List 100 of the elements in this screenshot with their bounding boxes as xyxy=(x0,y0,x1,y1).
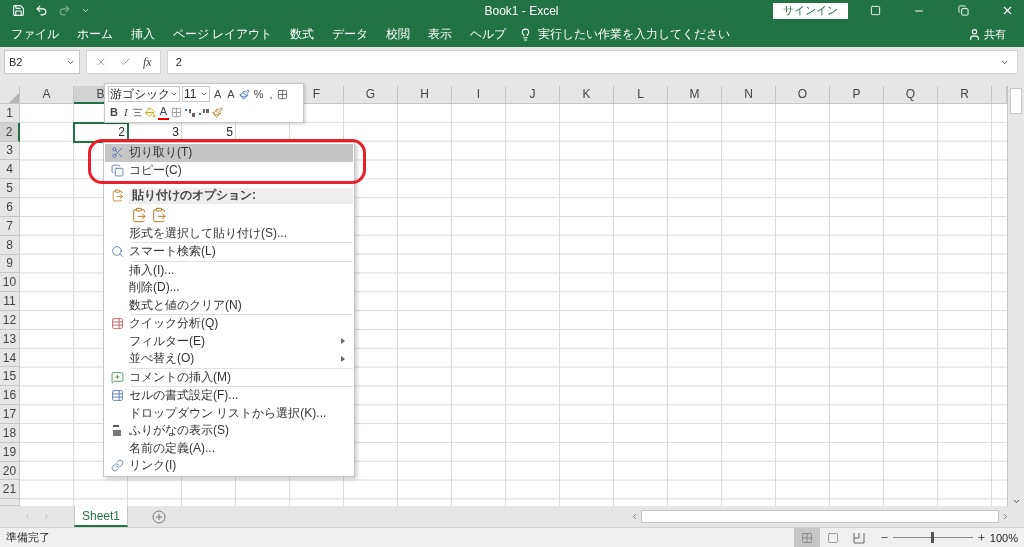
row-header[interactable]: 4 xyxy=(0,160,20,180)
column-header[interactable]: O xyxy=(776,85,830,104)
column-header[interactable]: M xyxy=(668,85,722,104)
row-header[interactable]: 16 xyxy=(0,386,20,406)
column-header[interactable]: N xyxy=(722,85,776,104)
zoom-in-icon[interactable] xyxy=(976,533,986,542)
ribbon-tab[interactable]: ホーム xyxy=(68,21,122,47)
formula-field[interactable]: 2 xyxy=(166,50,1018,75)
menu-item[interactable]: 切り取り(T) xyxy=(105,144,353,162)
row-header[interactable]: 21 xyxy=(0,480,20,500)
shrink-font-button[interactable]: A xyxy=(225,86,237,102)
format-painter-icon[interactable] xyxy=(211,106,223,118)
menu-item[interactable]: セルの書式設定(F)... xyxy=(105,387,353,405)
menu-item[interactable]: ふりがなの表示(S) xyxy=(105,422,353,440)
menu-item[interactable]: コピー(C) xyxy=(105,161,353,179)
ribbon-tab[interactable]: ヘルプ xyxy=(461,21,516,47)
column-header[interactable]: I xyxy=(452,85,506,104)
ribbon-tab[interactable]: 挿入 xyxy=(122,21,164,47)
column-header[interactable]: L xyxy=(614,85,668,104)
tell-me-field[interactable]: 実行したい作業を入力してください xyxy=(538,25,731,43)
font-size-field[interactable]: 11 xyxy=(182,86,210,102)
status-text: 準備完了 xyxy=(6,530,51,545)
insert-function-button[interactable]: fx xyxy=(143,54,152,70)
scroll-right-icon[interactable] xyxy=(1001,512,1010,521)
bold-button[interactable]: B xyxy=(108,104,120,120)
menu-item[interactable]: 名前の定義(A)... xyxy=(105,439,353,457)
ribbon-tab[interactable]: 校閲 xyxy=(377,21,420,47)
grow-font-button[interactable]: A xyxy=(212,86,224,102)
select-all-button[interactable] xyxy=(0,85,20,104)
percent-button[interactable]: % xyxy=(251,86,266,102)
dropdown-icon xyxy=(170,90,178,98)
menu-item[interactable]: ドロップダウン リストから選択(K)... xyxy=(105,404,353,422)
column-header[interactable]: Q xyxy=(884,85,938,104)
share-button[interactable]: 共有 xyxy=(962,25,1012,43)
font-field[interactable]: 游ゴシック xyxy=(108,86,180,102)
menu-item[interactable]: フィルター(E) xyxy=(105,332,353,350)
menu-item[interactable]: コメントの挿入(M) xyxy=(105,368,353,386)
search-icon xyxy=(110,245,124,259)
ribbon-tab[interactable]: ファイル xyxy=(2,21,68,47)
zoom-thumb[interactable] xyxy=(930,532,934,543)
column-header[interactable]: G xyxy=(344,85,398,104)
scroll-thumb[interactable] xyxy=(1010,87,1022,114)
borders-icon[interactable] xyxy=(170,106,182,118)
menu-item[interactable]: 形式を選択して貼り付け(S)... xyxy=(105,224,353,242)
table-icon[interactable] xyxy=(276,88,288,100)
column-header[interactable]: P xyxy=(830,85,884,104)
increase-decimal-icon[interactable] xyxy=(183,106,196,118)
selected-cell: 2 xyxy=(74,122,128,142)
italic-button[interactable]: I xyxy=(121,104,130,120)
paste-icon[interactable] xyxy=(151,206,167,223)
comment-icon xyxy=(110,370,124,384)
fill-color-icon[interactable] xyxy=(144,106,156,118)
menu-item[interactable]: リンク(I) xyxy=(105,457,353,475)
paste-formatting-icon[interactable] xyxy=(131,206,147,223)
font-color-button[interactable]: A xyxy=(157,104,169,120)
view-button[interactable] xyxy=(793,528,820,547)
vertical-scrollbar[interactable] xyxy=(1007,85,1024,507)
column-header[interactable]: J xyxy=(506,85,560,104)
clipboard-icon xyxy=(110,189,124,203)
ribbon-tab[interactable]: 表示 xyxy=(419,21,462,47)
page-break-icon xyxy=(852,531,865,544)
style-icon[interactable] xyxy=(238,88,250,100)
sign-in-button[interactable]: サインイン xyxy=(773,2,848,19)
decrease-decimal-icon[interactable] xyxy=(197,106,210,118)
ribbon-display-icon[interactable] xyxy=(869,5,881,17)
row-header[interactable]: 6 xyxy=(0,198,20,217)
redo-icon[interactable] xyxy=(58,4,71,18)
row-header[interactable]: 11 xyxy=(0,292,20,311)
ribbon-tab[interactable]: ページ レイアウト xyxy=(164,21,282,47)
column-header[interactable]: K xyxy=(560,85,614,104)
ribbon-tab[interactable]: データ xyxy=(323,21,378,47)
scroll-left-icon[interactable] xyxy=(630,512,639,521)
column-header[interactable]: A xyxy=(20,85,74,104)
restore-icon[interactable] xyxy=(957,5,969,17)
menu-item[interactable]: 並べ替え(O) xyxy=(105,350,353,368)
menu-item[interactable]: スマート検索(L) xyxy=(105,243,353,261)
cell-value: 3 xyxy=(171,124,180,142)
menu-item[interactable]: 削除(D)... xyxy=(105,279,353,297)
sheet-tab[interactable]: Sheet1 xyxy=(74,506,128,527)
add-sheet-icon[interactable] xyxy=(152,509,166,524)
ribbon-tab[interactable]: 数式 xyxy=(281,21,324,47)
menu-item[interactable]: クイック分析(Q) xyxy=(105,315,353,333)
column-header[interactable]: H xyxy=(398,85,452,104)
comma-button[interactable]: , xyxy=(267,86,275,102)
row-header[interactable]: 5 xyxy=(0,179,20,199)
column-header[interactable]: R xyxy=(938,85,992,104)
row-header[interactable]: 15 xyxy=(0,367,20,387)
menu-item[interactable]: 挿入(I)... xyxy=(105,261,353,279)
save-icon[interactable] xyxy=(12,4,25,18)
name-box[interactable]: B2 xyxy=(4,50,80,75)
zoom-level[interactable]: 100% xyxy=(989,531,1018,544)
copy-icon xyxy=(110,163,124,177)
row-header[interactable]: 10 xyxy=(0,273,20,293)
row-header[interactable]: 17 xyxy=(0,405,20,424)
undo-icon[interactable] xyxy=(35,4,48,18)
row-header[interactable]: 12 xyxy=(0,311,20,330)
table-icon xyxy=(110,389,124,403)
horizontal-scrollbar[interactable] xyxy=(641,510,999,523)
menu-item[interactable]: 数式と値のクリア(N) xyxy=(105,296,353,314)
align-center-icon[interactable] xyxy=(131,106,143,118)
